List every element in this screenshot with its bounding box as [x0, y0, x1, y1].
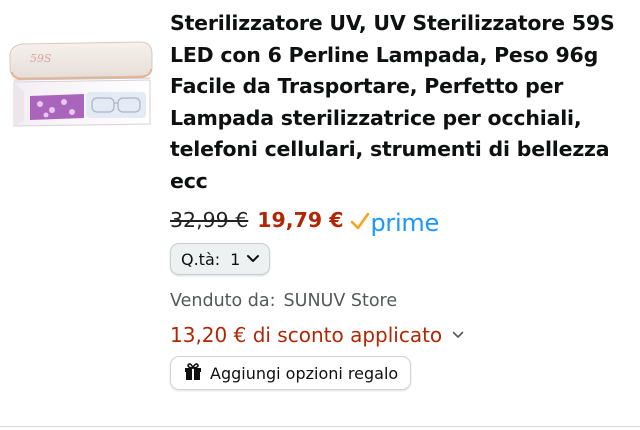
price-row: 32,99 € 19,79 € prime [170, 203, 632, 237]
prime-label: prime [370, 209, 440, 237]
product-details: Sterilizzatore UV, UV Sterilizzatore 59S… [170, 8, 632, 390]
discount-text: 13,20 € di sconto applicato [170, 323, 443, 347]
add-gift-options-button[interactable]: Aggiungi opzioni regalo [170, 356, 412, 390]
quantity-value: 1 [230, 249, 241, 269]
old-price: 32,99 € [170, 208, 249, 232]
chevron-down-icon [246, 254, 260, 264]
prime-badge: prime [350, 205, 439, 235]
prime-check-icon [350, 211, 370, 235]
product-title[interactable]: Sterilizzatore UV, UV Sterilizzatore 59S… [170, 8, 632, 197]
divider [0, 426, 640, 427]
product-image[interactable]: 59S [0, 12, 162, 130]
discount-applied[interactable]: 13,20 € di sconto applicato [170, 320, 632, 350]
current-price: 19,79 € [257, 208, 344, 232]
quantity-label: Q.tà: [181, 249, 221, 269]
chevron-down-icon [452, 331, 464, 339]
gift-icon [183, 361, 203, 385]
seller-info: Venduto da: SUNUV Store [170, 288, 632, 314]
quantity-dropdown[interactable]: Q.tà: 1 [170, 243, 271, 275]
gift-button-label: Aggiungi opzioni regalo [210, 363, 399, 383]
svg-text:59S: 59S [30, 52, 52, 65]
seller-label: Venduto da: [170, 291, 276, 311]
seller-name[interactable]: SUNUV Store [284, 291, 398, 311]
